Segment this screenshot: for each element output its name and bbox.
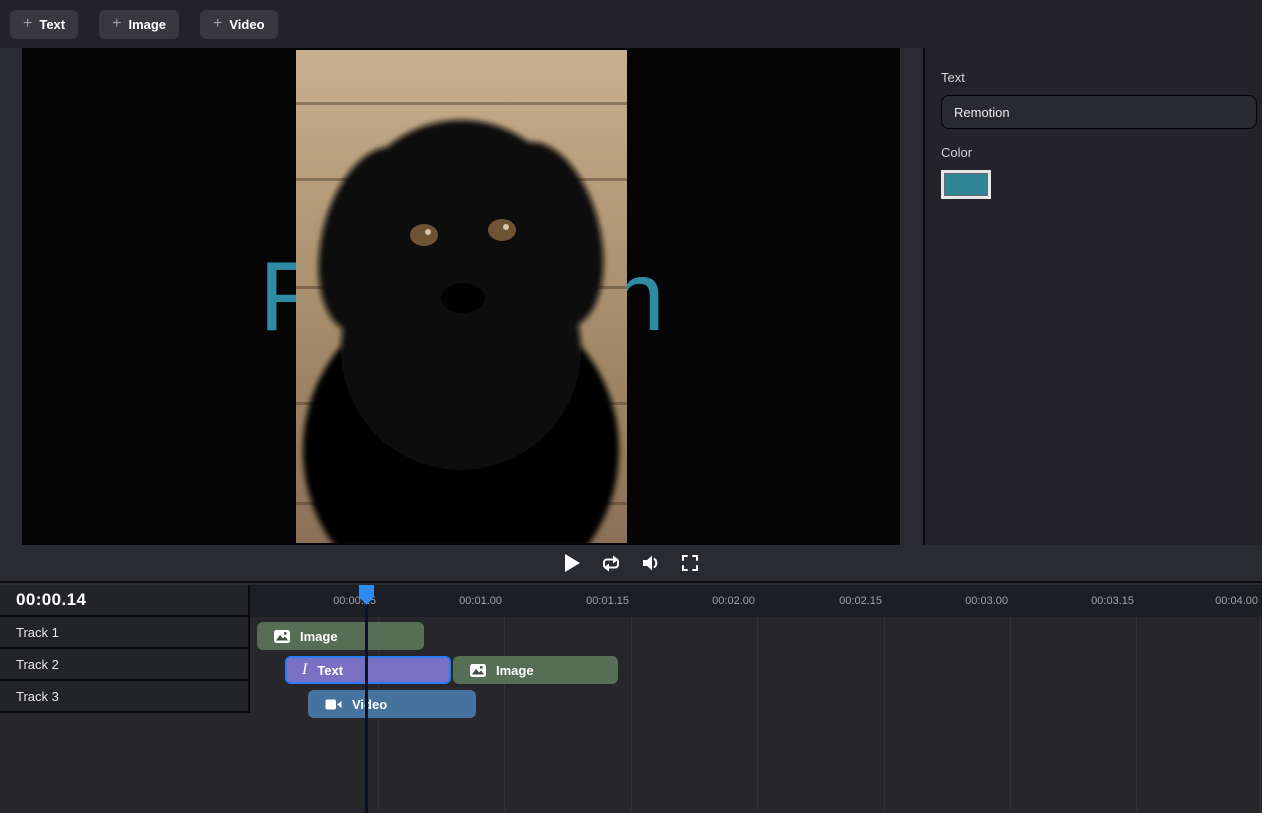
- timeline-gridline: [504, 585, 505, 813]
- ruler-tick-label: 00:04.00: [1168, 585, 1258, 617]
- current-timecode: 00:00.14: [0, 585, 248, 617]
- color-picker-swatch[interactable]: [941, 170, 991, 199]
- top-toolbar: + Text + Image + Video: [0, 0, 1262, 48]
- add-video-button-label: Video: [229, 17, 264, 32]
- add-text-button-label: Text: [39, 17, 65, 32]
- transport-bar: [0, 545, 1262, 583]
- text-field-label: Text: [941, 70, 1246, 85]
- add-text-button[interactable]: + Text: [10, 10, 78, 39]
- clip-text-track2[interactable]: I Text: [285, 656, 451, 684]
- ruler-tick-label: 00:03.00: [918, 585, 1008, 617]
- text-icon: I: [302, 662, 307, 678]
- video-preview-canvas: Remotion: [22, 48, 900, 545]
- ruler-tick-label: 00:03.15: [1044, 585, 1134, 617]
- timeline-gridline: [631, 585, 632, 813]
- track-label-3: Track 3: [0, 681, 248, 713]
- ruler-tick-label: 00:01.15: [539, 585, 629, 617]
- clip-video-track3[interactable]: Video: [308, 690, 476, 718]
- add-image-button[interactable]: + Image: [99, 10, 179, 39]
- volume-icon[interactable]: [641, 554, 663, 572]
- track-label-2: Track 2: [0, 649, 248, 681]
- clip-label: Text: [317, 663, 343, 678]
- color-field-label: Color: [941, 145, 1246, 160]
- clip-label: Image: [300, 629, 338, 644]
- ruler-tick-label: 00:02.15: [792, 585, 882, 617]
- track-label-1: Track 1: [0, 617, 248, 649]
- dog-photo: [296, 50, 627, 543]
- timeline-gridline: [1136, 585, 1137, 813]
- track-header-column: 00:00.14 Track 1 Track 2 Track 3: [0, 585, 250, 713]
- timeline-gridline: [1260, 585, 1261, 813]
- timeline-gridline: [757, 585, 758, 813]
- clip-image-track1[interactable]: Image: [257, 622, 424, 650]
- image-icon: [274, 630, 290, 643]
- timeline: 00:00.15 00:01.00 00:01.15 00:02.00 00:0…: [0, 585, 1262, 813]
- video-camera-icon: [325, 698, 342, 711]
- plus-icon: +: [23, 16, 32, 32]
- inspector-panel: Text Color: [923, 48, 1262, 545]
- plus-icon: +: [112, 16, 121, 32]
- loop-icon[interactable]: [599, 554, 623, 573]
- ruler-tick-label: 00:02.00: [665, 585, 755, 617]
- timeline-gridline: [884, 585, 885, 813]
- image-icon: [470, 664, 486, 677]
- ruler-tick-label: 00:01.00: [412, 585, 502, 617]
- playhead-line: [365, 585, 368, 813]
- add-image-button-label: Image: [128, 17, 166, 32]
- clip-label: Video: [352, 697, 387, 712]
- clip-image-track2[interactable]: Image: [453, 656, 618, 684]
- text-value-input[interactable]: [941, 95, 1257, 129]
- clip-label: Image: [496, 663, 534, 678]
- add-video-button[interactable]: + Video: [200, 10, 278, 39]
- plus-icon: +: [213, 16, 222, 32]
- timeline-gridline: [1010, 585, 1011, 813]
- fullscreen-icon[interactable]: [681, 554, 699, 572]
- play-icon[interactable]: [563, 553, 581, 573]
